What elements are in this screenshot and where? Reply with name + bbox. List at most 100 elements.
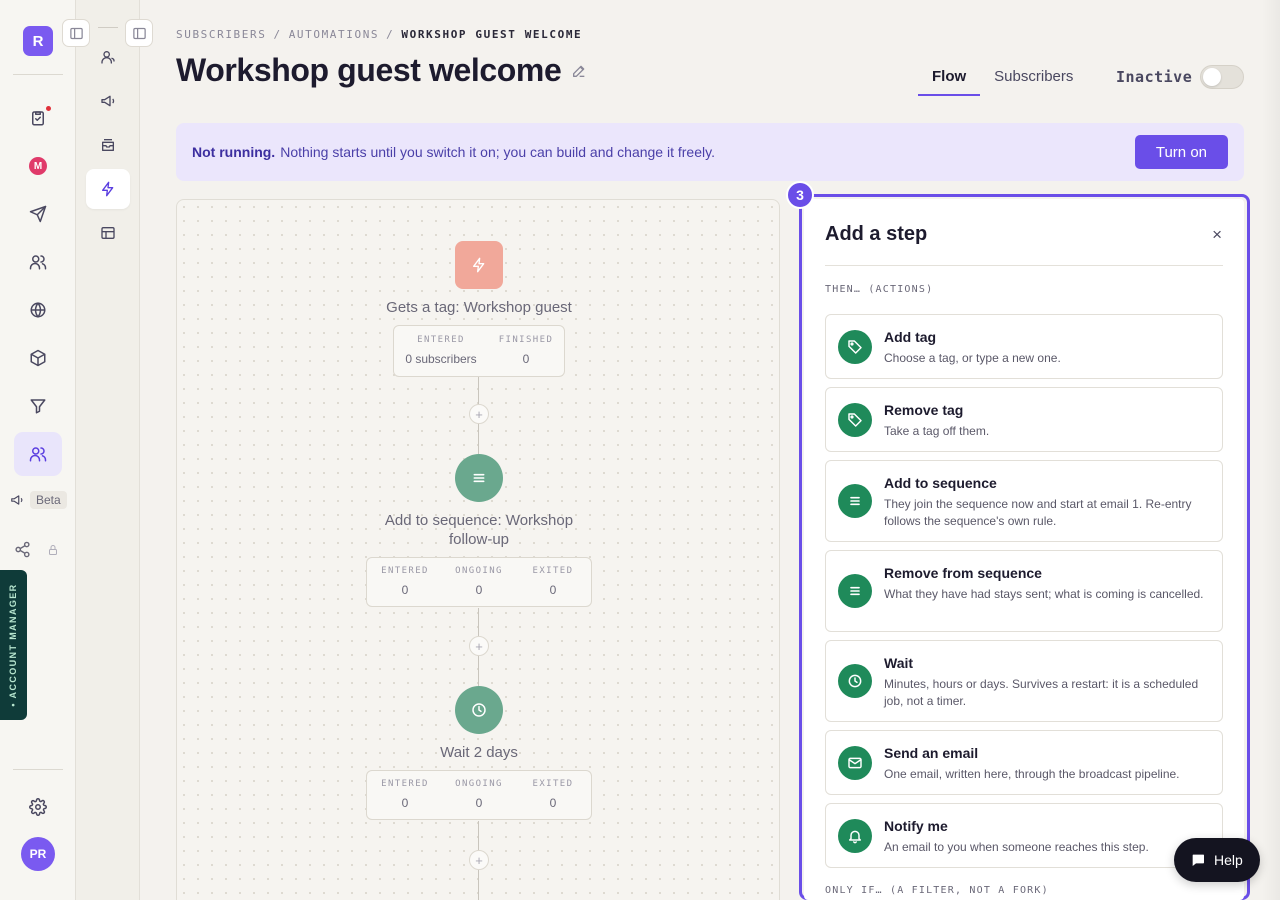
subnav-broadcasts[interactable] bbox=[86, 81, 130, 121]
add-step-button[interactable]: + bbox=[469, 404, 489, 424]
list-icon bbox=[838, 574, 872, 608]
list-icon bbox=[838, 484, 872, 518]
action-description: Take a tag off them. bbox=[884, 424, 990, 438]
breadcrumb-item[interactable]: AUTOMATIONS bbox=[289, 28, 379, 41]
stat-value: 0 subscribers bbox=[405, 352, 477, 366]
tasks-nav[interactable] bbox=[22, 102, 54, 134]
account-manager-tab[interactable]: • ACCOUNT MANAGER bbox=[0, 570, 27, 720]
share-icon bbox=[15, 541, 30, 558]
section-heading-actions: THEN… (ACTIONS) bbox=[825, 284, 934, 295]
panel-title: Add a step bbox=[825, 223, 928, 245]
active-toggle[interactable] bbox=[1200, 65, 1244, 89]
web-nav[interactable] bbox=[22, 294, 54, 326]
action-title: Notify me bbox=[884, 818, 948, 834]
funnels-nav[interactable] bbox=[22, 390, 54, 422]
gmail-nav[interactable]: M bbox=[22, 150, 54, 182]
list-icon bbox=[473, 473, 485, 483]
flow-canvas[interactable]: + + + Gets a tag: Workshop guest ENTERED… bbox=[176, 199, 780, 900]
breadcrumb-current: WORKSHOP GUEST WELCOME bbox=[401, 28, 583, 41]
clipboard-check-icon bbox=[32, 111, 44, 126]
view-tabs: Flow Subscribers bbox=[918, 60, 1087, 96]
banner-strong: Not running. bbox=[192, 144, 276, 160]
action-remove-tag[interactable]: Remove tag Take a tag off them. bbox=[825, 387, 1223, 452]
collapse-rail-button[interactable] bbox=[62, 19, 90, 47]
audience-nav[interactable] bbox=[14, 432, 62, 476]
send-nav[interactable] bbox=[22, 198, 54, 230]
contacts-nav[interactable] bbox=[22, 246, 54, 278]
panel-divider bbox=[825, 265, 1223, 266]
clock-icon bbox=[472, 703, 486, 717]
stat-entered: ENTERED 0 bbox=[377, 779, 433, 810]
tag-icon bbox=[838, 403, 872, 437]
action-description: What they have had stays sent; what is c… bbox=[884, 587, 1204, 601]
pencil-icon[interactable] bbox=[571, 63, 587, 79]
settings-nav[interactable] bbox=[22, 791, 54, 823]
stat-finished: FINISHED 0 bbox=[498, 335, 554, 366]
step-number-badge: 3 bbox=[786, 181, 814, 209]
scroll-edge-shade bbox=[1262, 0, 1280, 900]
action-title: Remove tag bbox=[884, 402, 964, 418]
globe-icon bbox=[30, 302, 46, 318]
action-add-tag[interactable]: Add tag Choose a tag, or type a new one. bbox=[825, 314, 1223, 379]
stat-heading: ONGOING bbox=[455, 779, 503, 789]
stat-ongoing: ONGOING 0 bbox=[451, 779, 507, 810]
help-button[interactable]: Help bbox=[1174, 838, 1260, 882]
node-label: Add to sequence: Workshop follow-up bbox=[384, 512, 574, 548]
stat-ongoing: ONGOING 0 bbox=[451, 566, 507, 597]
megaphone-icon bbox=[11, 495, 23, 505]
layout-icon bbox=[101, 227, 115, 239]
action-add-to-sequence[interactable]: Add to sequence They join the sequence n… bbox=[825, 460, 1223, 542]
connector-line bbox=[478, 376, 479, 404]
turn-on-button[interactable]: Turn on bbox=[1134, 135, 1228, 169]
banner-text: Nothing starts until you switch it on; y… bbox=[280, 144, 715, 160]
app-logo[interactable]: R bbox=[23, 26, 53, 56]
filter-icon bbox=[30, 399, 46, 414]
node-label: Gets a tag: Workshop guest bbox=[386, 299, 572, 316]
flow-node-wait[interactable]: Wait 2 days ENTERED 0 ONGOING 0 EXITED 0 bbox=[177, 686, 779, 820]
stat-exited: EXITED 0 bbox=[525, 779, 581, 810]
breadcrumb-item[interactable]: SUBSCRIBERS bbox=[176, 28, 266, 41]
tab-subscribers[interactable]: Subscribers bbox=[980, 60, 1087, 96]
flow-node-add-to-sequence[interactable]: Add to sequence: Workshop follow-up ENTE… bbox=[177, 454, 779, 607]
action-title: Remove from sequence bbox=[884, 565, 1042, 581]
products-nav[interactable] bbox=[22, 342, 54, 374]
gear-icon bbox=[29, 798, 47, 816]
connector-line bbox=[478, 870, 479, 900]
action-title: Add tag bbox=[884, 329, 937, 345]
integrations-nav[interactable] bbox=[14, 541, 59, 558]
subnav-automations[interactable] bbox=[86, 169, 130, 209]
connector-line bbox=[478, 656, 479, 686]
subnav-forms[interactable] bbox=[86, 213, 130, 253]
user-avatar[interactable]: PR bbox=[21, 837, 55, 871]
action-title: Send an email bbox=[884, 745, 979, 761]
action-description: Choose a tag, or type a new one. bbox=[884, 351, 1061, 365]
stat-entered: ENTERED 0 subscribers bbox=[404, 335, 478, 366]
stat-exited: EXITED 0 bbox=[525, 566, 581, 597]
stat-heading: ONGOING bbox=[455, 566, 503, 576]
megaphone-icon bbox=[101, 95, 115, 107]
add-step-button[interactable]: + bbox=[469, 850, 489, 870]
add-step-button[interactable]: + bbox=[469, 636, 489, 656]
subnav-sequences[interactable] bbox=[86, 125, 130, 165]
lightning-icon bbox=[473, 257, 485, 273]
action-send-email[interactable]: Send an email One email, written here, t… bbox=[825, 730, 1223, 795]
node-stats: ENTERED 0 ONGOING 0 EXITED 0 bbox=[366, 557, 592, 607]
trigger-node-icon bbox=[455, 241, 503, 289]
collapse-subnav-button[interactable] bbox=[125, 19, 153, 47]
action-wait[interactable]: Wait Minutes, hours or days. Survives a … bbox=[825, 640, 1223, 722]
stat-value: 0 bbox=[401, 583, 409, 597]
lock-icon bbox=[49, 544, 57, 555]
tab-flow[interactable]: Flow bbox=[918, 60, 981, 96]
close-icon[interactable]: × bbox=[1212, 225, 1222, 245]
action-notify-me[interactable]: Notify me An email to you when someone r… bbox=[825, 803, 1223, 868]
flow-node-trigger[interactable]: Gets a tag: Workshop guest ENTERED 0 sub… bbox=[177, 241, 779, 377]
sidebar-toggle-icon bbox=[69, 27, 83, 39]
breadcrumb-separator: / bbox=[386, 28, 395, 41]
beta-nav[interactable]: Beta bbox=[10, 491, 67, 509]
rail-divider bbox=[13, 769, 63, 770]
action-remove-from-sequence[interactable]: Remove from sequence What they have had … bbox=[825, 550, 1223, 632]
primary-rail: R M Beta • ACCOUNT MANAGER PR bbox=[0, 0, 76, 900]
notification-dot bbox=[46, 106, 51, 111]
subnav-subscribers[interactable] bbox=[86, 37, 130, 77]
action-description: They join the sequence now and start at … bbox=[884, 497, 1192, 528]
